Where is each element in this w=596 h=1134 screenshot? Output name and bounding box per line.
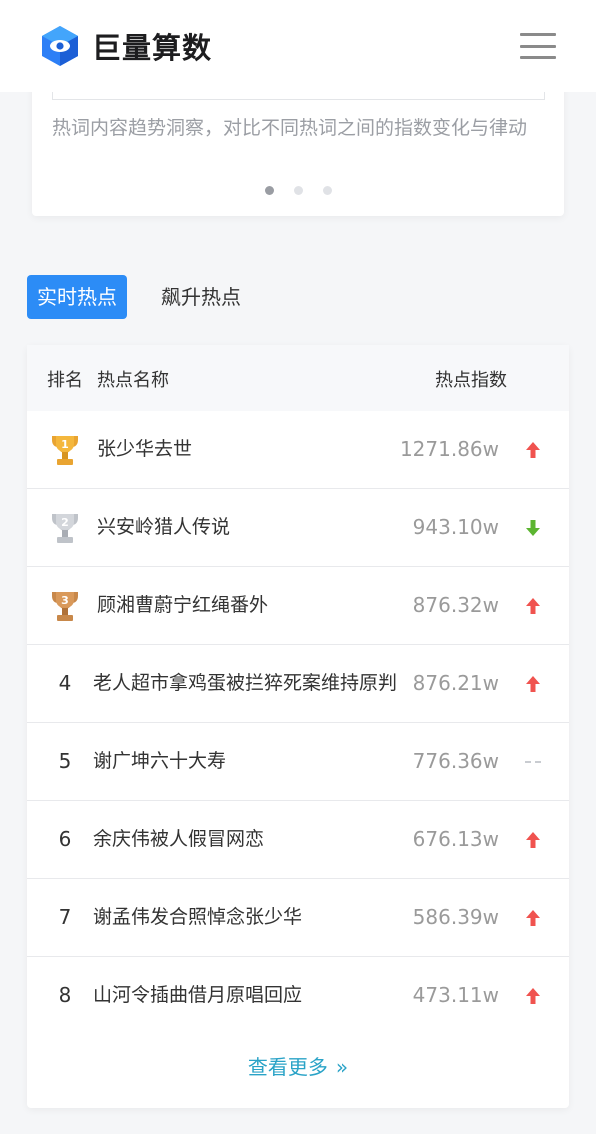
trend-up-icon bbox=[526, 910, 540, 926]
rank-number: 6 bbox=[58, 827, 72, 851]
hamburger-menu-icon[interactable] bbox=[520, 33, 556, 59]
trend-flat-icon bbox=[525, 761, 541, 763]
svg-text:1: 1 bbox=[61, 438, 69, 451]
hot-index-value: 876.32w bbox=[412, 593, 499, 617]
page: 巨量算数 热词内容趋势洞察，对比不同热词之间的指数变化与律动 实时热点 飙升热点… bbox=[0, 0, 596, 1134]
hot-index-value: 943.10w bbox=[412, 515, 499, 539]
header-rank: 排名 bbox=[47, 370, 83, 391]
menu-bar bbox=[520, 44, 556, 48]
rank-number: 7 bbox=[58, 905, 72, 929]
hot-index-value: 876.21w bbox=[412, 671, 499, 695]
rank-number: 5 bbox=[58, 749, 72, 773]
carousel-description: 热词内容趋势洞察，对比不同热词之间的指数变化与律动 bbox=[52, 117, 528, 139]
table-row[interactable]: 7 谢孟伟发合照悼念张少华 586.39w bbox=[27, 879, 569, 957]
brand[interactable]: 巨量算数 bbox=[40, 24, 212, 68]
juliang-logo-icon bbox=[42, 26, 78, 66]
carousel-dots bbox=[32, 186, 564, 195]
table-header: 排名 热点名称 热点指数 bbox=[27, 345, 569, 411]
table-row[interactable]: 2 兴安岭猎人传说 943.10w bbox=[27, 489, 569, 567]
table-row[interactable]: 3 顾湘曹蔚宁红绳番外 876.32w bbox=[27, 567, 569, 645]
gold-trophy-icon: 1 bbox=[52, 436, 78, 465]
hot-index-value: 473.11w bbox=[412, 983, 499, 1007]
table-row[interactable]: 8 山河令插曲借月原唱回应 473.11w bbox=[27, 957, 569, 1035]
trend-down-icon bbox=[526, 520, 540, 536]
hot-topic-name[interactable]: 谢广坤六十大寿 bbox=[93, 723, 226, 800]
table-row[interactable]: 6 余庆伟被人假冒网恋 676.13w bbox=[27, 801, 569, 879]
carousel-dot[interactable] bbox=[264, 186, 274, 195]
hot-topic-name[interactable]: 顾湘曹蔚宁红绳番外 bbox=[97, 567, 268, 644]
rank-number: 4 bbox=[58, 671, 72, 695]
table-row[interactable]: 5 谢广坤六十大寿 776.36w bbox=[27, 723, 569, 801]
menu-bar bbox=[520, 56, 556, 59]
hot-index-value: 1271.86w bbox=[399, 437, 499, 461]
hot-index-value: 586.39w bbox=[412, 905, 499, 929]
carousel-dot[interactable] bbox=[293, 186, 303, 195]
carousel-dot[interactable] bbox=[322, 186, 332, 195]
brand-name: 巨量算数 bbox=[92, 31, 213, 65]
hot-index-value: 776.36w bbox=[412, 749, 499, 773]
tab-realtime-hot[interactable]: 实时热点 bbox=[27, 275, 127, 319]
hot-topic-name[interactable]: 兴安岭猎人传说 bbox=[97, 489, 230, 566]
trend-up-icon bbox=[526, 598, 540, 614]
menu-bar bbox=[520, 33, 556, 36]
ranking-table: 排名 热点名称 热点指数 1 张少华去世 1271.86w 2 兴安岭猎人传说 … bbox=[27, 345, 569, 1108]
hot-topic-name[interactable]: 谢孟伟发合照悼念张少华 bbox=[93, 879, 302, 956]
trend-up-icon bbox=[526, 676, 540, 692]
rank-number: 8 bbox=[58, 983, 72, 1007]
header-name: 热点名称 bbox=[97, 370, 169, 391]
view-more-label: 查看更多 bbox=[247, 1055, 328, 1079]
header-index: 热点指数 bbox=[435, 370, 507, 391]
bronze-trophy-icon: 3 bbox=[52, 592, 78, 621]
table-row[interactable]: 1 张少华去世 1271.86w bbox=[27, 411, 569, 489]
hot-topic-name[interactable]: 张少华去世 bbox=[97, 411, 192, 488]
trend-up-icon bbox=[526, 832, 540, 848]
trend-up-icon bbox=[526, 988, 540, 1004]
tab-rising-hot[interactable]: 飙升热点 bbox=[151, 275, 251, 319]
hot-tabs: 实时热点 飙升热点 bbox=[27, 275, 251, 319]
view-more-link[interactable]: 查看更多 » bbox=[27, 1051, 569, 1080]
trend-up-icon bbox=[526, 442, 540, 458]
hot-topic-name[interactable]: 余庆伟被人假冒网恋 bbox=[93, 801, 264, 878]
hot-topic-name[interactable]: 老人超市拿鸡蛋被拦猝死案维持原判 bbox=[93, 645, 397, 722]
silver-trophy-icon: 2 bbox=[52, 514, 78, 543]
hot-index-value: 676.13w bbox=[412, 827, 499, 851]
double-chevron-right-icon: » bbox=[335, 1055, 349, 1079]
top-header: 巨量算数 bbox=[0, 0, 596, 92]
svg-text:3: 3 bbox=[61, 594, 69, 607]
table-row[interactable]: 4 老人超市拿鸡蛋被拦猝死案维持原判 876.21w bbox=[27, 645, 569, 723]
hot-topic-name[interactable]: 山河令插曲借月原唱回应 bbox=[93, 957, 302, 1034]
svg-text:2: 2 bbox=[61, 516, 69, 529]
